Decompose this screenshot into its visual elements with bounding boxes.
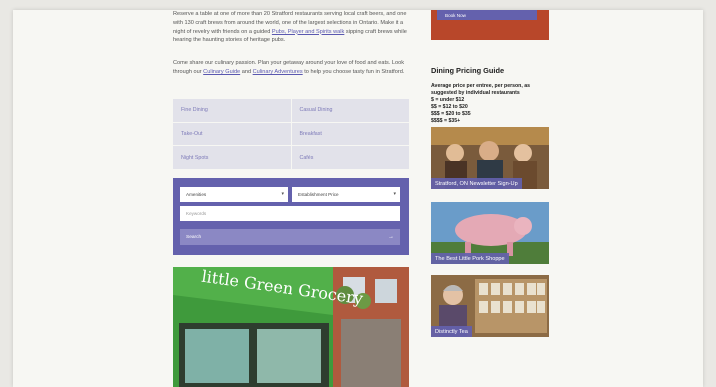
- chevron-down-icon: ▾: [393, 191, 396, 197]
- category-fine-dining[interactable]: Fine Dining: [173, 99, 291, 122]
- keywords-placeholder: Keywords: [186, 211, 207, 216]
- pricing-intro: Average price per entree, per person, as…: [431, 83, 530, 96]
- newsletter-card[interactable]: Stratford, ON Newsletter Sign-Up: [431, 127, 549, 189]
- price-label: Establishment Price: [298, 192, 339, 197]
- distinctly-tea-caption: Distinctly Tea: [431, 326, 472, 337]
- top-sidebar-image: Book Now: [431, 10, 549, 40]
- pork-shoppe-card[interactable]: The Best Little Pork Shoppe: [431, 202, 549, 264]
- category-night-spots[interactable]: Night Spots: [173, 146, 291, 169]
- search-button-label: Search: [186, 234, 202, 240]
- pricing-tier: $$$$ = $35+: [431, 118, 461, 124]
- pricing-tier: $ = under $12: [431, 97, 465, 103]
- pricing-guide-text: Average price per entree, per person, as…: [431, 83, 549, 125]
- search-panel: Amenities ▾ Establishment Price ▾ Keywor…: [173, 178, 409, 255]
- pricing-tier: $$$ = $20 to $35: [431, 111, 471, 117]
- search-button[interactable]: Search →: [180, 229, 400, 245]
- culinary-guide-link[interactable]: Culinary Guide: [203, 69, 240, 75]
- screenshot-frame: Reserve a table at one of more than 20 S…: [0, 0, 716, 387]
- culinary-paragraph: Come share our culinary passion. Plan yo…: [173, 59, 409, 77]
- chevron-down-icon: ▾: [281, 191, 284, 197]
- pricing-guide-title: Dining Pricing Guide: [431, 66, 505, 75]
- price-select[interactable]: Establishment Price ▾: [292, 187, 400, 202]
- pork-shoppe-caption: The Best Little Pork Shoppe: [431, 253, 509, 264]
- pubs-walk-link[interactable]: Pubs, Player and Spirits walk: [272, 29, 344, 35]
- distinctly-tea-card[interactable]: Distinctly Tea: [431, 275, 549, 337]
- intro-paragraph: Reserve a table at one of more than 20 S…: [173, 10, 409, 45]
- culinary-adventures-link[interactable]: Culinary Adventures: [253, 69, 303, 75]
- culinary-text-end: to help you choose tasty fun in Stratfor…: [302, 68, 405, 75]
- amenities-label: Amenities: [186, 192, 207, 197]
- amenities-select[interactable]: Amenities ▾: [180, 187, 288, 202]
- book-now-button[interactable]: Book Now: [437, 10, 537, 20]
- newsletter-caption: Stratford, ON Newsletter Sign-Up: [431, 178, 522, 189]
- pricing-tier: $$ = $12 to $20: [431, 104, 468, 110]
- book-now-label: Book Now: [445, 12, 466, 18]
- category-casual-dining[interactable]: Casual Dining: [291, 99, 409, 122]
- keywords-input[interactable]: Keywords: [180, 206, 400, 221]
- arrow-right-icon: →: [388, 234, 394, 240]
- category-grid: Fine Dining Casual Dining Take-Out Break…: [173, 99, 409, 169]
- web-page: Reserve a table at one of more than 20 S…: [13, 10, 703, 387]
- category-take-out[interactable]: Take-Out: [173, 122, 291, 146]
- category-cafes[interactable]: Cafés: [291, 146, 409, 169]
- culinary-and: and: [240, 68, 253, 75]
- grocery-store-photo: little Green Grocery: [173, 267, 409, 387]
- category-breakfast[interactable]: Breakfast: [291, 122, 409, 146]
